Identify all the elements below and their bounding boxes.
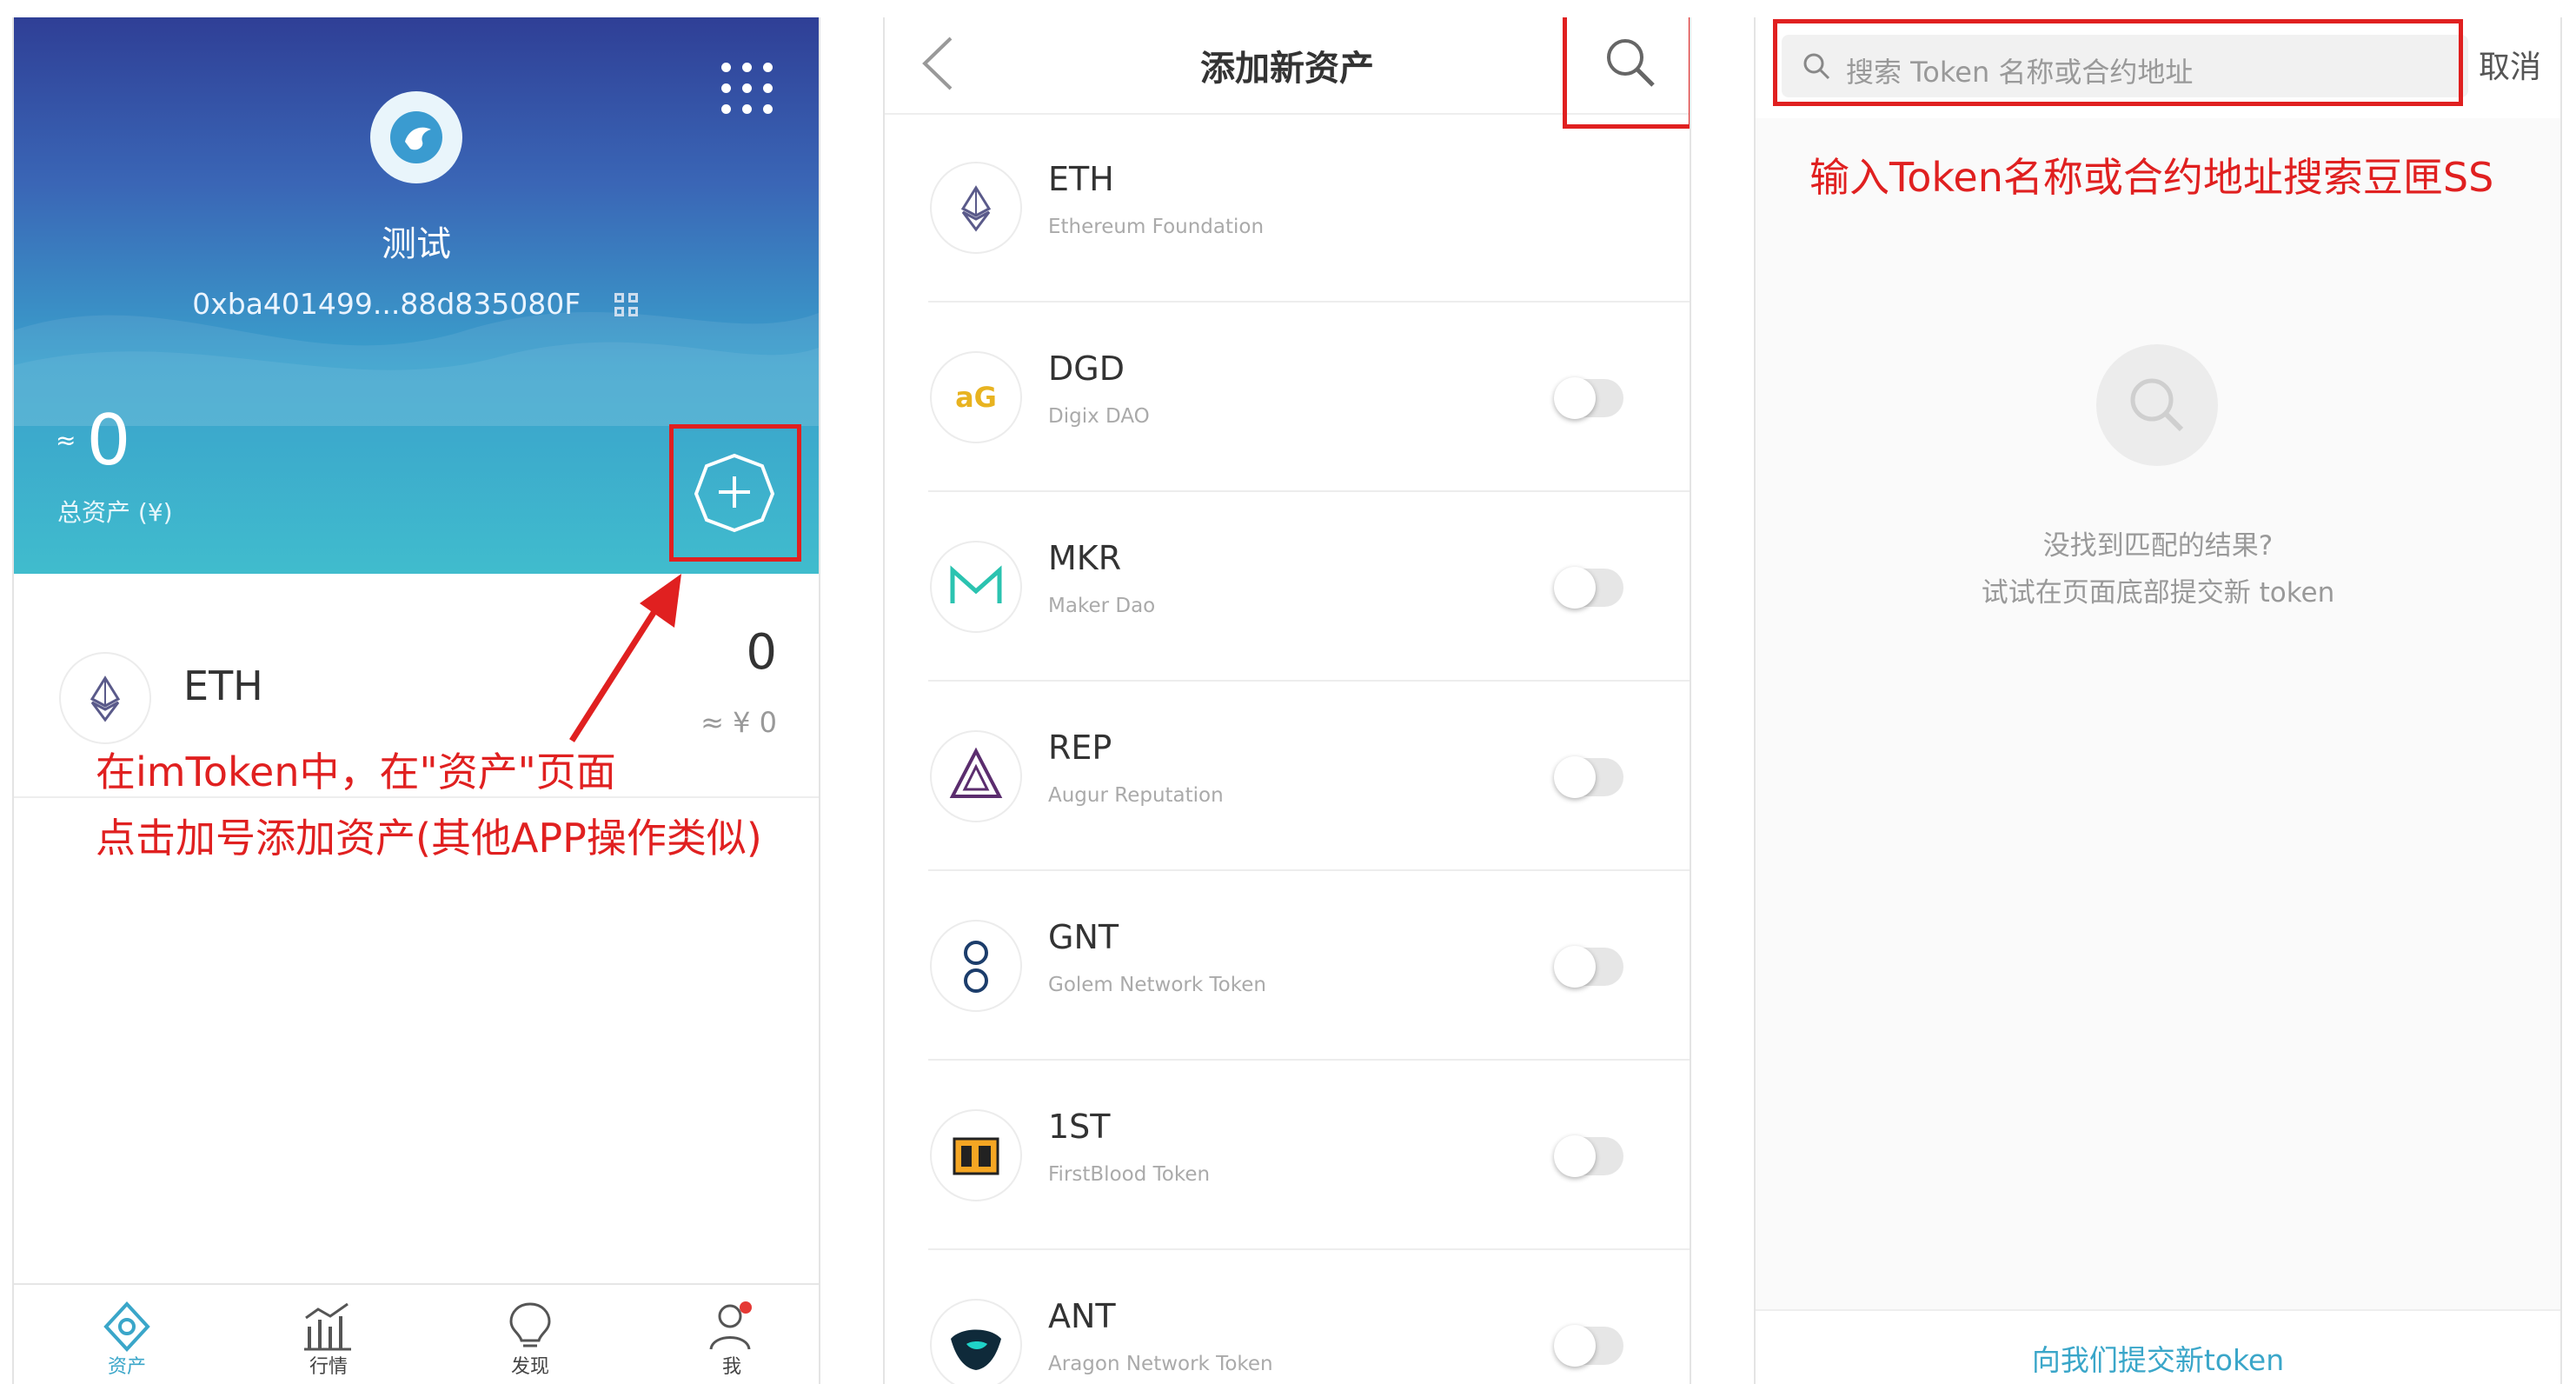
digix-icon: aG (955, 381, 997, 414)
token-symbol: ANT (1048, 1297, 1116, 1335)
token-symbol: ETH (1048, 160, 1114, 198)
highlight-add-button-box (669, 424, 801, 562)
token-symbol: DGD (1048, 349, 1125, 388)
empty-state-hint: 试试在页面底部提交新 token (1981, 577, 2335, 609)
firstblood-icon (953, 1137, 999, 1175)
svg-text:aG: aG (955, 381, 997, 414)
toggle-knob (1554, 377, 1596, 419)
token-row-dgd[interactable]: aG DGD Digix DAO (885, 303, 1690, 492)
golem-icon (964, 941, 988, 993)
token-row-gnt[interactable]: GNT Golem Network Token (885, 871, 1690, 1061)
tab-market-label: 行情 (309, 1356, 348, 1378)
token-fullname: Digix DAO (1048, 405, 1150, 428)
bottom-bar: 向我们提交新token (1756, 1309, 2560, 1384)
asset-amount: 0 (746, 624, 777, 681)
highlight-search-input-box (1773, 19, 2463, 106)
wallet-logo-icon (390, 111, 442, 163)
tab-assets-label: 资产 (107, 1356, 146, 1378)
bottom-tab-bar: 资产 行情 发现 我 (14, 1283, 819, 1384)
wallet-address[interactable]: 0xba401499...88d835080F (14, 287, 819, 321)
ethereum-icon (960, 185, 992, 232)
token-row-mkr[interactable]: MKR Maker Dao (885, 492, 1690, 682)
token-fullname: FirstBlood Token (1048, 1163, 1211, 1186)
annotation-line-1: 在imToken中，在"资产"页面 (96, 749, 616, 795)
search-bar: 搜索 Token 名称或合约地址 取消 (1756, 17, 2560, 118)
token-toggle[interactable] (1554, 946, 1623, 988)
ethereum-icon (90, 675, 121, 722)
market-chart-icon (304, 1302, 351, 1351)
empty-state-title: 没找到匹配的结果? (2042, 530, 2274, 562)
total-assets-value: 0 (86, 400, 131, 481)
tab-market[interactable]: 行情 (259, 1285, 398, 1384)
search-screen: 搜索 Token 名称或合约地址 取消 输入Token名称或合约地址搜索豆匣SS… (1754, 17, 2562, 1384)
token-symbol: 1ST (1048, 1108, 1111, 1146)
total-assets: ≈0 (56, 400, 130, 481)
tab-discover[interactable]: 发现 (461, 1285, 600, 1384)
ant-token-logo (930, 1299, 1022, 1384)
tab-assets[interactable]: 资产 (57, 1285, 196, 1384)
gnt-token-logo (930, 920, 1022, 1012)
approx-symbol: ≈ (56, 426, 76, 455)
annotation-text: 在imToken中，在"资产"页面 点击加号添加资产(其他APP操作类似) (96, 739, 762, 871)
token-fullname: Aragon Network Token (1048, 1353, 1273, 1375)
token-toggle[interactable] (1554, 567, 1623, 609)
token-row-eth[interactable]: ETH Ethereum Foundation (885, 113, 1690, 303)
toggle-knob (1554, 567, 1596, 609)
submit-token-link[interactable]: 向我们提交新token (1756, 1337, 2560, 1379)
eth-token-logo (59, 652, 151, 744)
aragon-icon (951, 1329, 1001, 1370)
profile-icon (709, 1301, 752, 1350)
token-fullname: Golem Network Token (1048, 974, 1266, 996)
add-asset-screen: 添加新资产 ETH Ethereum Foundation aG DGD Dig… (883, 17, 1691, 1384)
eth-token-logo (930, 162, 1022, 254)
token-row-ant[interactable]: ANT Aragon Network Token (885, 1250, 1690, 1384)
token-fullname: Augur Reputation (1048, 784, 1224, 807)
qr-code-icon[interactable] (614, 292, 641, 319)
dgd-token-logo: aG (930, 351, 1022, 443)
token-toggle[interactable] (1554, 1135, 1623, 1177)
nav-bar: 添加新资产 (885, 17, 1690, 129)
asset-cny-value: ≈ ¥ 0 (700, 706, 777, 739)
maker-icon (950, 565, 1002, 603)
annotation-arrow-icon (569, 574, 681, 742)
asset-symbol: ETH (183, 662, 263, 709)
tab-discover-label: 发现 (510, 1356, 549, 1378)
assets-icon (103, 1301, 150, 1352)
toggle-knob (1554, 946, 1596, 988)
token-toggle[interactable] (1554, 756, 1623, 798)
tab-profile[interactable]: 我 (662, 1285, 801, 1384)
token-row-rep[interactable]: REP Augur Reputation (885, 682, 1690, 871)
toggle-knob (1554, 1325, 1596, 1367)
token-toggle[interactable] (1554, 377, 1623, 419)
menu-grid-icon[interactable] (721, 63, 773, 115)
token-row-1st[interactable]: 1ST FirstBlood Token (885, 1061, 1690, 1250)
wave-decoration (14, 311, 819, 426)
annotation-line-2: 点击加号添加资产(其他APP操作类似) (96, 815, 762, 862)
assets-screen: 测试 0xba401499...88d835080F ≈0 总资产 (¥) ET… (12, 17, 820, 1384)
augur-icon (949, 747, 1003, 798)
token-symbol: REP (1048, 729, 1112, 767)
highlight-search-box (1563, 17, 1690, 129)
1st-token-logo (930, 1109, 1022, 1201)
token-fullname: Ethereum Foundation (1048, 216, 1265, 238)
tab-profile-label: 我 (721, 1356, 741, 1378)
wallet-avatar[interactable] (370, 91, 462, 183)
token-fullname: Maker Dao (1048, 595, 1156, 617)
toggle-knob (1554, 756, 1596, 798)
search-empty-icon (2130, 378, 2184, 432)
rep-token-logo (930, 730, 1022, 822)
mkr-token-logo (930, 541, 1022, 633)
empty-state-icon (2096, 344, 2218, 466)
total-assets-label: 总资产 (¥) (57, 498, 173, 527)
wallet-address-text: 0xba401499...88d835080F (192, 287, 581, 321)
token-symbol: MKR (1048, 539, 1122, 577)
toggle-knob (1554, 1135, 1596, 1177)
annotation-text: 输入Token名称或合约地址搜索豆匣SS (1809, 154, 2494, 201)
token-symbol: GNT (1048, 918, 1119, 956)
token-toggle[interactable] (1554, 1325, 1623, 1367)
wallet-name: 测试 (382, 224, 451, 264)
cancel-button[interactable]: 取消 (2479, 42, 2541, 87)
lightbulb-icon (509, 1302, 551, 1347)
